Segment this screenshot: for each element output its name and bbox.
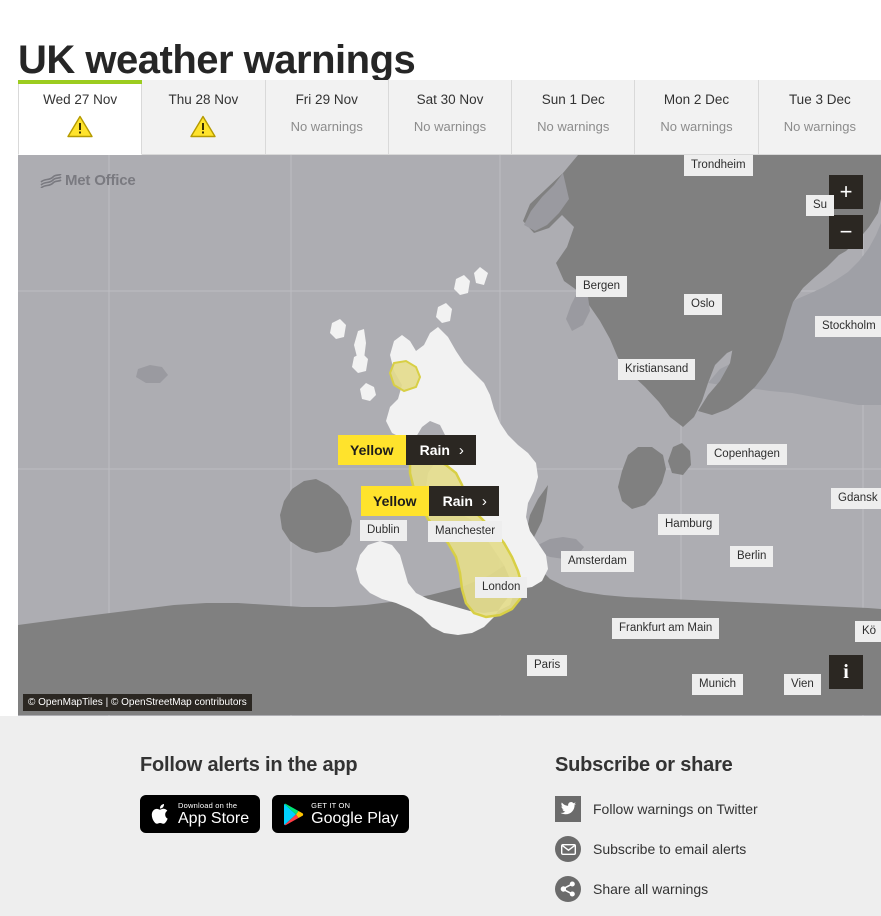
email-alerts-link-label: Subscribe to email alerts xyxy=(593,841,747,857)
map-city-label: Berlin xyxy=(730,546,774,567)
map-info-button[interactable]: i xyxy=(829,655,863,689)
day-tab-status: No warnings xyxy=(660,119,733,134)
google-play-badge-small: GET IT ON xyxy=(311,801,351,810)
warning-type-label: Rain xyxy=(419,442,450,458)
app-store-badge-big: App Store xyxy=(178,810,250,827)
map-city-label: Su xyxy=(806,195,835,216)
map-city-label: Copenhagen xyxy=(707,444,787,465)
met-office-logo: Met Office xyxy=(40,172,136,189)
day-tab-label: Sat 30 Nov xyxy=(416,92,484,107)
subscribe-share-heading: Subscribe or share xyxy=(555,754,733,776)
met-office-logo-text: Met Office xyxy=(65,172,136,189)
map-city-label: Stockholm xyxy=(815,316,881,337)
google-play-icon xyxy=(284,803,304,825)
chevron-right-icon: › xyxy=(458,441,464,459)
map-city-label: Bergen xyxy=(576,276,628,297)
day-tab-label: Fri 29 Nov xyxy=(295,92,358,107)
google-play-badge[interactable]: GET IT ON Google Play xyxy=(272,795,410,833)
day-tabs: Wed 27 Nov Thu 28 Nov Fri 29 Nov No warning… xyxy=(18,80,881,155)
day-tab-tue-3-dec[interactable]: Tue 3 Dec No warnings xyxy=(758,80,881,155)
share-warnings-link[interactable]: Share all warnings xyxy=(555,876,875,902)
map-city-label: Frankfurt am Main xyxy=(612,618,720,639)
day-tab-sun-1-dec[interactable]: Sun 1 Dec No warnings xyxy=(512,80,636,155)
twitter-link-label: Follow warnings on Twitter xyxy=(593,801,758,817)
map-city-label: Amsterdam xyxy=(561,551,634,572)
subscribe-share-section: Subscribe or share Follow warnings on Tw… xyxy=(555,752,875,902)
day-tab-status: No warnings xyxy=(783,119,856,134)
warning-triangle-icon xyxy=(67,115,93,138)
share-warnings-link-label: Share all warnings xyxy=(593,881,709,897)
warning-severity-label: Yellow xyxy=(361,486,429,516)
day-tab-label: Thu 28 Nov xyxy=(168,92,239,107)
chevron-right-icon: › xyxy=(481,492,487,510)
email-icon xyxy=(555,836,581,862)
zoom-in-button[interactable]: + xyxy=(829,175,863,209)
map-city-label: Gdansk xyxy=(831,488,881,509)
warnings-map[interactable]: Met Office + − i Trondheim Su Bergen Oslo St… xyxy=(18,155,881,716)
warning-callout[interactable]: Yellow Rain › xyxy=(338,435,476,465)
warning-triangle-icon xyxy=(190,115,217,138)
zoom-out-button[interactable]: − xyxy=(829,215,863,249)
warning-type-button[interactable]: Rain › xyxy=(405,435,476,465)
app-store-badge[interactable]: Download on the App Store xyxy=(140,795,261,833)
apple-icon xyxy=(151,804,168,824)
met-office-wave-icon xyxy=(40,173,62,188)
day-tab-label: Tue 3 Dec xyxy=(788,92,851,107)
day-tab-thu-28-nov[interactable]: Thu 28 Nov xyxy=(142,80,266,155)
share-links: Follow warnings on Twitter Subscribe to … xyxy=(555,796,875,902)
warning-type-button[interactable]: Rain › xyxy=(428,486,499,516)
day-tab-status: No warnings xyxy=(290,119,363,134)
day-tab-label: Sun 1 Dec xyxy=(541,92,605,107)
day-tab-status: No warnings xyxy=(413,119,487,134)
google-play-badge-big: Google Play xyxy=(311,810,399,827)
day-tab-sat-30-nov[interactable]: Sat 30 Nov No warnings xyxy=(388,80,513,155)
warning-type-label: Rain xyxy=(442,493,473,509)
map-city-label: Kristiansand xyxy=(618,359,696,380)
day-tab-label: Wed 27 Nov xyxy=(43,92,118,107)
share-icon xyxy=(555,876,581,902)
map-city-label: Vien xyxy=(784,674,821,695)
app-promo-section: Follow alerts in the app Download on the… xyxy=(140,752,520,833)
day-tab-wed-27-nov[interactable]: Wed 27 Nov xyxy=(18,80,143,155)
twitter-link[interactable]: Follow warnings on Twitter xyxy=(555,796,875,822)
app-promo-heading: Follow alerts in the app xyxy=(140,754,358,776)
twitter-icon xyxy=(555,796,581,822)
email-alerts-link[interactable]: Subscribe to email alerts xyxy=(555,836,875,862)
weather-warnings-page: UK weather warnings Wed 27 Nov Thu 28 Nov… xyxy=(0,0,881,916)
page-footer: Follow alerts in the app Download on the… xyxy=(0,716,881,916)
map-city-label: London xyxy=(475,577,528,598)
warning-callout[interactable]: Yellow Rain › xyxy=(361,486,499,516)
day-tab-status: No warnings xyxy=(537,119,610,134)
map-city-label: Hamburg xyxy=(658,514,720,535)
map-city-label: Munich xyxy=(692,674,744,695)
map-city-label: Dublin xyxy=(360,520,407,541)
app-store-badges: Download on the App Store GET IT ON Goog… xyxy=(140,795,520,833)
day-tab-fri-29-nov[interactable]: Fri 29 Nov No warnings xyxy=(265,80,389,155)
map-city-label: Kö xyxy=(855,621,881,642)
map-city-label: Manchester xyxy=(428,521,503,542)
app-store-badge-small: Download on the xyxy=(178,801,238,810)
map-city-label: Paris xyxy=(527,655,568,676)
day-tab-mon-2-dec[interactable]: Mon 2 Dec No warnings xyxy=(635,80,759,155)
map-zoom-controls: + − xyxy=(829,175,863,249)
map-city-label: Trondheim xyxy=(684,155,753,176)
warning-severity-label: Yellow xyxy=(338,435,406,465)
page-title: UK weather warnings xyxy=(18,37,416,82)
day-tab-label: Mon 2 Dec xyxy=(663,92,730,107)
map-city-label: Oslo xyxy=(684,294,722,315)
map-attribution: © OpenMapTiles | © OpenStreetMap contrib… xyxy=(23,694,252,711)
